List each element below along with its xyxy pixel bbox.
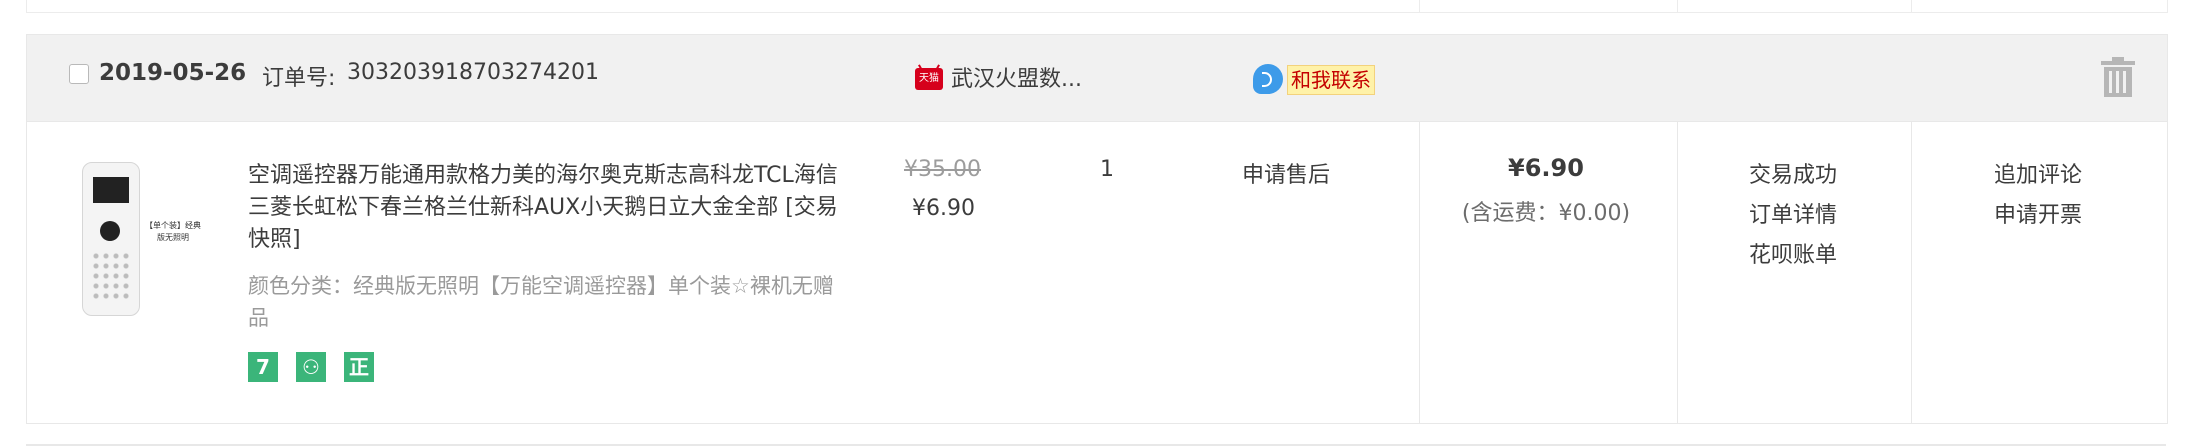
order-number: 303203918703274201 [347,60,599,85]
guarantee-icon[interactable]: ⚇ [296,352,326,382]
seven-day-return-icon[interactable]: 7 [248,352,278,382]
operations-column: 追加评论 申请开票 [1910,156,2166,236]
order-checkbox[interactable] [69,64,89,84]
product-thumbnail[interactable]: 【单个装】经典版无照明 [52,120,201,320]
quantity: 1 [1100,157,1114,182]
order-date: 2019-05-26 [99,60,247,86]
product-title-link[interactable]: 空调遥控器万能通用款格力美的海尔奥克斯志高科龙TCL海信三菱长虹松下春兰格兰仕新… [248,160,848,256]
remote-control-image [82,162,140,316]
shipping-fee: (含运费：¥0.00) [1461,201,1631,226]
original-price: ¥35.00 [904,157,981,182]
order-total: ¥6.90 [1508,154,1584,182]
genuine-icon[interactable]: 正 [344,352,374,382]
order-header: 2019-05-26 订单号: 303203918703274201 天猫 武汉… [27,35,2167,122]
chat-bubble-icon [1253,64,1283,94]
unit-price: ¥6.90 [912,196,975,221]
huabei-bill-link[interactable]: 花呗账单 [1676,236,1910,276]
order-detail-link[interactable]: 订单详情 [1676,196,1910,236]
contact-seller-label: 和我联系 [1287,65,1375,95]
product-sku: 颜色分类：经典版无照明【万能空调遥控器】单个装☆裸机无赠品 [248,274,834,330]
add-review-link[interactable]: 追加评论 [1910,156,2166,196]
shop-name-link[interactable]: 武汉火盟数... [951,61,1082,93]
trade-status: 交易成功 [1748,163,1837,188]
after-sale-link[interactable]: 申请售后 [1242,157,1330,189]
order-number-label: 订单号: [262,66,336,91]
request-invoice-link[interactable]: 申请开票 [1910,196,2166,236]
trash-icon[interactable] [2101,57,2135,97]
status-column: 交易成功 订单详情 花呗账单 [1676,156,1910,276]
tmall-cat-icon: 天猫 [915,68,943,90]
product-image-tag: 【单个装】经典版无照明 [145,221,201,242]
previous-order-bottom [26,0,2168,13]
